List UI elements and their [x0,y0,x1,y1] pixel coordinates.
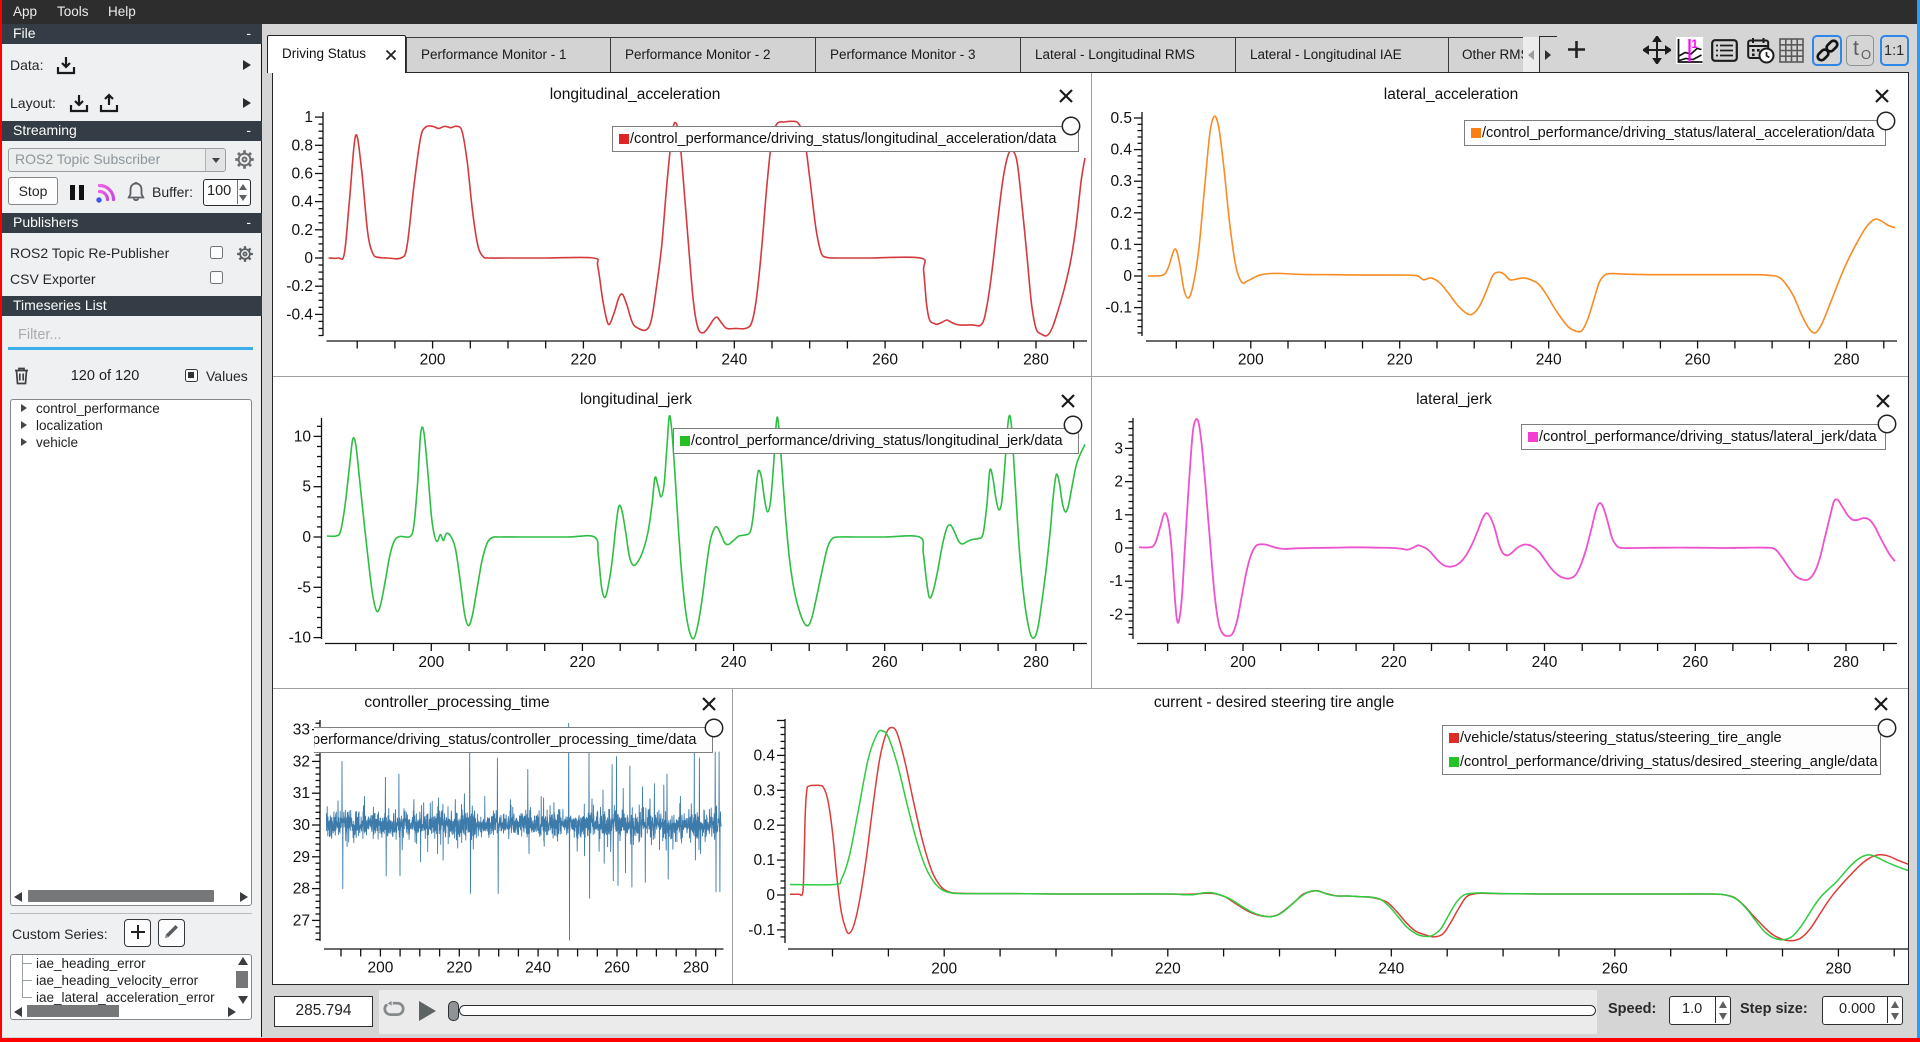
svg-text:220: 220 [570,352,596,369]
svg-text:0.3: 0.3 [753,782,775,799]
svg-text:0.2: 0.2 [1110,205,1132,222]
svg-text:280: 280 [1023,352,1049,369]
svg-text:280: 280 [683,960,709,977]
svg-text:-0.1: -0.1 [748,922,775,939]
svg-text:31: 31 [293,785,310,802]
svg-text:-5: -5 [297,579,311,596]
svg-text:240: 240 [721,352,747,369]
svg-text:-0.2: -0.2 [286,278,313,295]
svg-text:280: 280 [1825,961,1851,978]
svg-text:-0.1: -0.1 [1105,300,1132,317]
svg-text:0.6: 0.6 [291,166,313,183]
svg-text:-2: -2 [1109,606,1123,623]
svg-text:240: 240 [525,960,551,977]
svg-text:200: 200 [418,654,444,671]
svg-text:0: 0 [1114,540,1123,557]
svg-text:0: 0 [766,887,775,904]
svg-text:280: 280 [1023,654,1049,671]
svg-text:3: 3 [1114,440,1123,457]
svg-text:260: 260 [1685,352,1711,369]
svg-text:27: 27 [293,912,310,929]
svg-text:200: 200 [931,961,957,978]
svg-text:0.4: 0.4 [291,194,313,211]
svg-text:0.1: 0.1 [1110,236,1132,253]
svg-text:240: 240 [1536,352,1562,369]
svg-text:220: 220 [1155,961,1181,978]
svg-text:220: 220 [569,654,595,671]
svg-text:280: 280 [1833,654,1859,671]
svg-text:220: 220 [1381,654,1407,671]
svg-text:260: 260 [1682,654,1708,671]
svg-text:-1: -1 [1109,573,1123,590]
svg-text:1: 1 [1114,507,1123,524]
svg-text:240: 240 [721,654,747,671]
svg-text:0.4: 0.4 [1110,142,1132,159]
svg-text:0.3: 0.3 [1110,173,1132,190]
svg-text:28: 28 [293,881,310,898]
svg-text:33: 33 [293,722,310,739]
svg-text:220: 220 [446,960,472,977]
svg-text:260: 260 [604,960,630,977]
svg-text:0.5: 0.5 [1110,110,1132,127]
svg-text:1: 1 [1692,39,1699,51]
svg-text:0: 0 [302,529,311,546]
svg-text:0: 0 [1123,268,1132,285]
svg-text:0: 0 [304,250,313,267]
svg-text:5: 5 [302,479,311,496]
svg-text:200: 200 [420,352,446,369]
svg-text:200: 200 [1238,352,1264,369]
svg-text:-0.4: -0.4 [286,306,313,323]
svg-text:0.8: 0.8 [291,137,313,154]
svg-text:32: 32 [293,753,310,770]
svg-text:2: 2 [1114,474,1123,491]
svg-text:10: 10 [294,428,312,445]
svg-text:240: 240 [1532,654,1558,671]
svg-text:29: 29 [293,849,310,866]
svg-text:200: 200 [367,960,393,977]
svg-text:-10: -10 [289,630,312,647]
svg-text:0.1: 0.1 [753,852,775,869]
svg-text:0.2: 0.2 [291,222,313,239]
svg-text:260: 260 [872,352,898,369]
svg-text:220: 220 [1387,352,1413,369]
svg-text:240: 240 [1378,961,1404,978]
svg-text:1: 1 [304,109,313,126]
svg-text:260: 260 [872,654,898,671]
svg-text:0.2: 0.2 [753,817,775,834]
svg-text:280: 280 [1834,352,1860,369]
svg-text:260: 260 [1602,961,1628,978]
svg-text:0.4: 0.4 [753,747,775,764]
svg-text:30: 30 [293,817,311,834]
svg-text:200: 200 [1230,654,1256,671]
